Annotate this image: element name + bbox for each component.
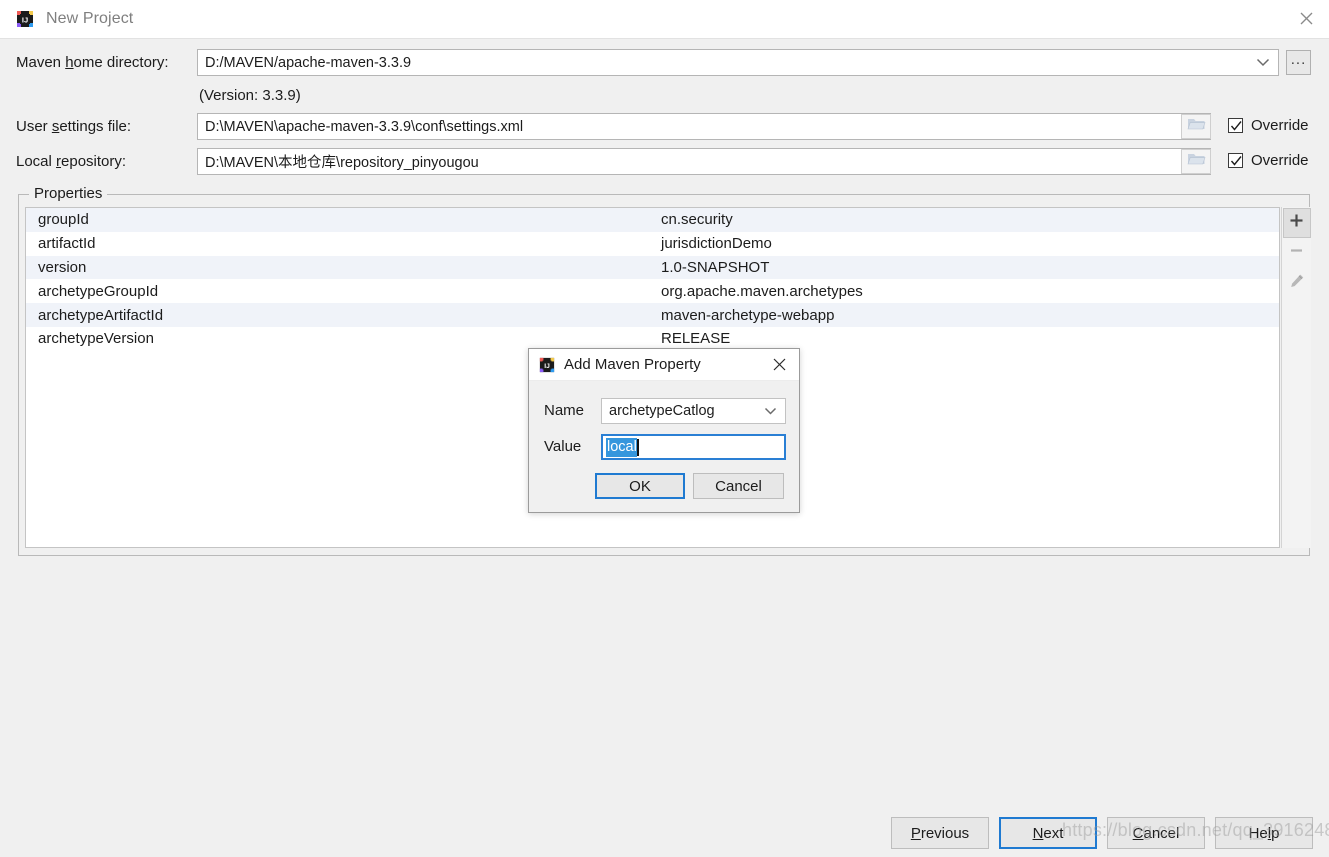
ok-button[interactable]: OK xyxy=(595,473,685,499)
local-repository-override-checkbox[interactable]: Override xyxy=(1228,152,1309,169)
window-titlebar: IJ New Project xyxy=(0,0,1329,39)
name-field-label: Name xyxy=(544,402,585,419)
label-pre: User xyxy=(16,118,52,135)
intellij-idea-icon: IJ xyxy=(16,10,34,28)
minus-icon xyxy=(1289,243,1304,263)
property-name: archetypeArtifactId xyxy=(38,306,164,324)
property-value: jurisdictionDemo xyxy=(661,235,772,253)
local-repository-browse-button[interactable] xyxy=(1181,149,1211,174)
override-label: Override xyxy=(1251,152,1309,169)
table-row[interactable]: groupId cn.security xyxy=(26,208,1279,232)
label-post: ome directory: xyxy=(73,54,169,71)
svg-text:IJ: IJ xyxy=(544,363,550,370)
label-post: ettings file: xyxy=(59,118,132,135)
table-row[interactable]: version 1.0-SNAPSHOT xyxy=(26,255,1279,280)
maven-home-directory-value: D:/MAVEN/apache-maven-3.3.9 xyxy=(205,54,412,71)
help-button[interactable]: He l p xyxy=(1215,817,1313,849)
user-settings-file-label: User settings file: xyxy=(16,118,131,135)
label-mnemonic: N xyxy=(1032,824,1044,842)
property-value-input[interactable]: local xyxy=(601,434,786,460)
add-maven-property-dialog: IJ Add Maven Property Name archetypeCatl… xyxy=(528,348,800,513)
property-name: archetypeVersion xyxy=(38,330,154,348)
property-name: version xyxy=(38,258,87,276)
user-settings-override-checkbox[interactable]: Override xyxy=(1228,117,1309,134)
cancel-button[interactable]: Cancel xyxy=(1107,817,1205,849)
property-value: maven-archetype-webapp xyxy=(661,306,835,324)
intellij-idea-icon: IJ xyxy=(539,357,555,373)
dialog-title: Add Maven Property xyxy=(564,356,701,373)
label-post: revious xyxy=(920,824,970,842)
override-label: Override xyxy=(1251,117,1309,134)
remove-property-button[interactable] xyxy=(1283,238,1311,268)
local-repository-value: D:\MAVEN\本地仓库\repository_pinyougou xyxy=(205,155,479,171)
edit-property-button[interactable] xyxy=(1283,268,1311,298)
label-mnemonic: h xyxy=(65,54,74,71)
properties-groupbox-title: Properties xyxy=(29,185,108,202)
user-settings-file-value: D:\MAVEN\apache-maven-3.3.9\conf\setting… xyxy=(205,118,524,135)
label-pre: Local xyxy=(16,153,57,170)
label-post: p xyxy=(1271,824,1280,842)
user-settings-file-input[interactable]: D:\MAVEN\apache-maven-3.3.9\conf\setting… xyxy=(197,113,1211,140)
folder-icon xyxy=(1187,117,1206,136)
label-post: ext xyxy=(1043,824,1064,842)
plus-icon xyxy=(1289,213,1304,233)
property-value: RELEASE xyxy=(661,330,731,348)
property-name-selected-value: archetypeCatlog xyxy=(609,403,715,419)
properties-toolbar xyxy=(1281,207,1311,548)
label-pre: Maven xyxy=(16,54,66,71)
local-repository-input[interactable]: D:\MAVEN\本地仓库\repository_pinyougou xyxy=(197,148,1211,175)
chevron-down-icon[interactable] xyxy=(1256,55,1270,71)
label-post: ancel xyxy=(1143,824,1180,842)
window-title: New Project xyxy=(46,10,134,27)
user-settings-browse-button[interactable] xyxy=(1181,114,1211,139)
cancel-button[interactable]: Cancel xyxy=(693,473,784,499)
property-name: groupId xyxy=(38,211,89,229)
folder-icon xyxy=(1187,152,1206,171)
maven-home-browse-button[interactable]: ... xyxy=(1286,50,1311,75)
local-repository-label: Local repository: xyxy=(16,153,126,170)
value-field-label: Value xyxy=(544,438,582,455)
add-property-button[interactable] xyxy=(1282,208,1311,238)
new-project-window: IJ New Project Maven home directory: D:/… xyxy=(0,0,1329,857)
property-name: artifactId xyxy=(38,235,96,253)
property-value: cn.security xyxy=(661,211,733,229)
chevron-down-icon[interactable] xyxy=(764,403,777,419)
label-mnemonic: C xyxy=(1132,824,1144,842)
svg-text:IJ: IJ xyxy=(22,15,28,24)
previous-button[interactable]: Previous xyxy=(891,817,989,849)
table-row[interactable]: archetypeGroupId org.apache.maven.archet… xyxy=(26,279,1279,303)
checkbox-box[interactable] xyxy=(1228,118,1243,133)
label-mnemonic: P xyxy=(910,824,921,842)
property-name-combo[interactable]: archetypeCatlog xyxy=(601,398,786,424)
checkbox-box[interactable] xyxy=(1228,153,1243,168)
close-icon[interactable] xyxy=(1283,0,1329,37)
maven-home-directory-label: Maven home directory: xyxy=(16,54,169,71)
property-value: org.apache.maven.archetypes xyxy=(661,282,863,300)
property-name: archetypeGroupId xyxy=(38,282,159,300)
property-value: 1.0-SNAPSHOT xyxy=(661,258,770,276)
table-row[interactable]: archetypeArtifactId maven-archetype-weba… xyxy=(26,303,1279,327)
text-caret xyxy=(636,438,639,456)
property-value-text: local xyxy=(606,437,637,457)
next-button[interactable]: Next xyxy=(999,817,1097,849)
label-post: epository: xyxy=(61,153,127,170)
close-icon[interactable] xyxy=(763,349,795,380)
maven-home-directory-combo[interactable]: D:/MAVEN/apache-maven-3.3.9 xyxy=(197,49,1279,76)
table-row[interactable]: artifactId jurisdictionDemo xyxy=(26,232,1279,256)
dialog-titlebar: IJ Add Maven Property xyxy=(529,349,799,381)
pencil-icon xyxy=(1289,273,1305,294)
label-pre: He xyxy=(1248,824,1268,842)
maven-version-note: (Version: 3.3.9) xyxy=(199,87,301,104)
